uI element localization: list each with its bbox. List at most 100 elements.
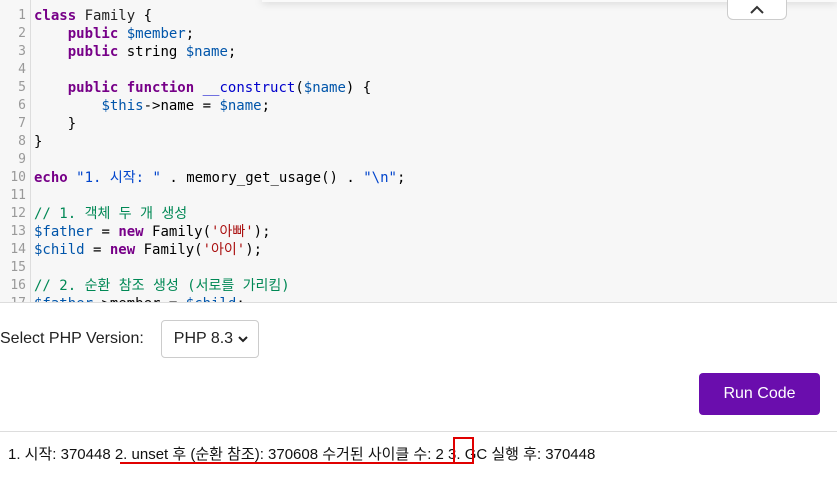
code-line[interactable]: 11 (0, 187, 837, 205)
code-token: ; (185, 26, 195, 42)
code-line[interactable]: 10 echo "1. 시작: " . memory_get_usage() . … (0, 169, 837, 187)
code-line[interactable]: 1 class Family { (0, 7, 837, 25)
code-token: ); (245, 242, 263, 258)
code-token: $name (185, 44, 228, 60)
line-number: 12 (10, 206, 26, 221)
code-line[interactable]: 16 // 2. 순환 참조 생성 (서로를 가리킴) (0, 277, 837, 295)
line-number: 13 (10, 224, 26, 239)
code-line[interactable]: 3 public string $name; (0, 43, 837, 61)
code-token: $member (126, 26, 186, 42)
line-number: 10 (10, 170, 26, 185)
code-token: ) { (345, 80, 372, 96)
code-token: } (34, 134, 43, 150)
code-token: // 2. 순환 참조 생성 (서로를 가리킴) (34, 278, 290, 294)
code-token: ->member = (93, 296, 186, 302)
code-token: $father (34, 296, 93, 302)
code-text: class Family { (34, 7, 152, 25)
red-box-annotation (453, 437, 474, 464)
code-text: $father->member = $child; (34, 295, 245, 302)
chevron-up-icon (750, 5, 764, 14)
code-line[interactable]: 5 public function __construct($name) { (0, 79, 837, 97)
code-token: public (67, 26, 119, 42)
code-token: class (34, 8, 77, 24)
run-code-button[interactable]: Run Code (699, 373, 820, 415)
code-line[interactable]: 2 public $member; (0, 25, 837, 43)
line-number: 15 (10, 260, 26, 275)
line-number: 7 (18, 116, 26, 131)
code-text: public function __construct($name) { (34, 79, 372, 97)
line-number: 6 (18, 98, 26, 113)
code-token: ->name = (143, 98, 220, 114)
code-line[interactable]: 6 $this->name = $name; (0, 97, 837, 115)
code-line[interactable]: 4 (0, 61, 837, 79)
php-version-label: Select PHP Version: (0, 330, 144, 347)
code-text: public string $name; (34, 43, 237, 61)
code-text: // 1. 객체 두 개 생성 (34, 205, 187, 223)
code-token: public (67, 44, 119, 60)
code-token: "1. 시작: " (76, 170, 161, 186)
code-token: ( (295, 80, 304, 96)
code-line[interactable]: 7 } (0, 115, 837, 133)
code-text: $father = new Family('아빠'); (34, 223, 271, 241)
line-number: 2 (18, 26, 26, 41)
code-token: ); (253, 224, 271, 240)
php-version-select[interactable]: PHP 8.3 (160, 320, 259, 358)
red-underline-annotation (120, 462, 457, 464)
code-line[interactable]: 17 $father->member = $child; (0, 295, 837, 302)
line-number: 3 (18, 44, 26, 59)
code-token: '아빠' (211, 224, 254, 240)
code-text: $this->name = $name; (34, 97, 270, 115)
code-token: ; (227, 44, 237, 60)
line-number: 9 (18, 152, 26, 167)
code-token: = (93, 224, 119, 240)
code-token: ; (396, 170, 406, 186)
line-number: 1 (18, 8, 26, 23)
code-text: $child = new Family('아이'); (34, 241, 262, 259)
code-token: echo (34, 170, 68, 186)
output-text: 1. 시작: 370448 2. unset 후 (순환 참조): 370608… (8, 446, 596, 463)
code-token: string (118, 44, 186, 60)
code-line[interactable]: 8} (0, 133, 837, 151)
code-token: new (118, 224, 144, 240)
php-version-row: Select PHP Version: PHP 8.3 (0, 320, 259, 358)
code-line[interactable]: 14 $child = new Family('아이'); (0, 241, 837, 259)
code-line[interactable]: 13 $father = new Family('아빠'); (0, 223, 837, 241)
code-line[interactable]: 9 (0, 151, 837, 169)
code-token: public (67, 80, 119, 96)
code-token: '아이' (202, 242, 246, 258)
code-text: } (34, 115, 76, 133)
code-token: $child (34, 242, 85, 258)
code-text: } (34, 133, 42, 151)
collapse-button[interactable] (727, 0, 787, 20)
code-token: $child (186, 296, 237, 302)
code-line[interactable]: 15 (0, 259, 837, 277)
code-token: new (109, 242, 136, 258)
code-editor[interactable]: 1 class Family {2 public $member; 3 public… (0, 0, 837, 303)
code-text: echo "1. 시작: " . memory_get_usage() . "\… (34, 169, 405, 187)
code-token: "\n" (363, 170, 397, 186)
output-panel: 1. 시작: 370448 2. unset 후 (순환 참조): 370608… (0, 431, 837, 486)
code-token: Family( (135, 242, 203, 258)
code-token: ; (261, 98, 271, 114)
code-token: $this (101, 98, 144, 114)
code-lines[interactable]: 1 class Family {2 public $member; 3 public… (0, 7, 837, 302)
code-token: = (84, 242, 110, 258)
code-token: // 1. 객체 두 개 생성 (34, 206, 188, 222)
line-number: 5 (18, 80, 26, 95)
chevron-down-icon (238, 336, 248, 343)
code-text: public $member; (34, 25, 194, 43)
code-token: Family (84, 8, 136, 24)
code-token: ; (236, 296, 244, 302)
code-line[interactable]: 12 // 1. 객체 두 개 생성 (0, 205, 837, 223)
code-token: { (135, 8, 153, 24)
line-number: 14 (10, 242, 26, 257)
line-number: 8 (18, 134, 26, 149)
